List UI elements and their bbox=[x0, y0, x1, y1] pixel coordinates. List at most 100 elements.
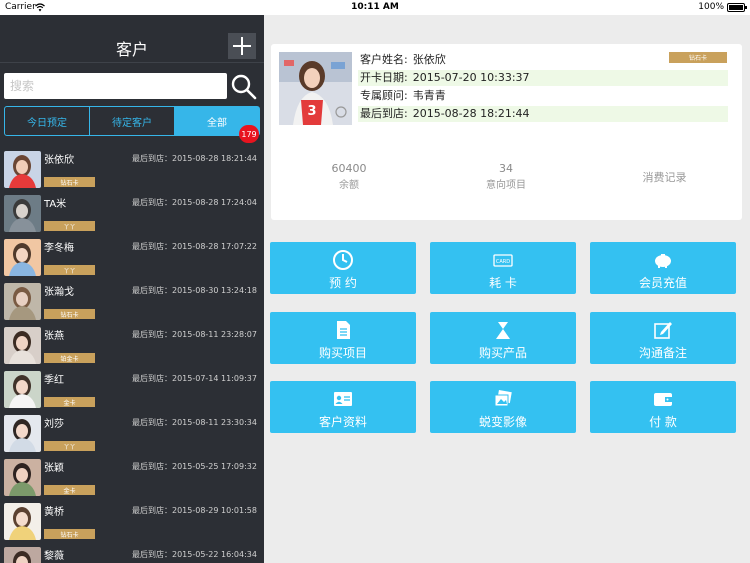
field-value: 张依欣 bbox=[412, 53, 446, 66]
action-label: 购买项目 bbox=[318, 346, 367, 360]
customer-row[interactable]: 张瀚戈钻石卡 最后到店：2015-08-30 13:24:18 bbox=[0, 277, 264, 321]
customer-name: 张燕 bbox=[44, 331, 64, 342]
customer-row[interactable]: 李冬梅丫丫 最后到店：2015-08-28 17:07:22 bbox=[0, 233, 264, 277]
intended-items-stat[interactable]: 34 意向项目 bbox=[446, 162, 566, 191]
membership-badge: 钻石卡 bbox=[44, 309, 95, 319]
wallet-icon bbox=[590, 388, 736, 410]
membership-badge: 金卡 bbox=[44, 485, 95, 495]
battery-icon bbox=[727, 3, 747, 12]
customer-name: 李冬梅 bbox=[44, 243, 74, 254]
battery-percent: 100% bbox=[698, 2, 724, 12]
action-label: 付 款 bbox=[649, 415, 677, 429]
count-badge: 179 bbox=[239, 125, 259, 143]
transformation-photos-button[interactable]: 蜕变影像 bbox=[430, 381, 576, 433]
membership-badge: 丫丫 bbox=[44, 441, 95, 451]
customer-name-row: 客户姓名: 张依欣 bbox=[358, 52, 728, 68]
sidebar-header: 客户 bbox=[0, 15, 264, 63]
membership-badge: 钻石卡 bbox=[44, 177, 95, 187]
customer-detail-card: 3 钻石卡 客户姓名: 张依欣 开卡日期: 2015-07-20 10:33:37 专属… bbox=[271, 44, 742, 220]
edit-icon bbox=[590, 319, 736, 341]
payment-button[interactable]: 付 款 bbox=[590, 381, 736, 433]
last-visit-time: 最后到店：2015-08-28 18:21:44 bbox=[132, 154, 257, 163]
customer-row[interactable]: 张依欣钻石卡 最后到店：2015-08-28 18:21:44 bbox=[0, 145, 264, 189]
customer-sidebar: 客户 今日预定待定客户全部 179 张依欣钻石卡最后到店：2015-08-28 … bbox=[0, 15, 264, 563]
add-customer-button[interactable] bbox=[228, 33, 256, 59]
action-label: 会员充值 bbox=[638, 276, 687, 290]
last-visit-row: 最后到店: 2015-08-28 18:21:44 bbox=[358, 106, 728, 122]
last-visit-time: 最后到店：2015-07-14 11:09:37 bbox=[132, 374, 257, 383]
buy-treatment-button[interactable]: 购买项目 bbox=[270, 312, 416, 364]
last-visit-time: 最后到店：2015-08-11 23:28:07 bbox=[132, 330, 257, 339]
customer-name: 季红 bbox=[44, 375, 64, 386]
segment-pending-customers[interactable]: 待定客户 bbox=[90, 107, 175, 135]
customer-row[interactable]: 黎薇 最后到店：2015-05-22 16:04:34 bbox=[0, 541, 264, 563]
last-visit-time: 最后到店：2015-08-11 23:30:34 bbox=[132, 418, 257, 427]
avatar bbox=[4, 151, 41, 188]
photos-icon bbox=[430, 388, 576, 410]
clock-icon bbox=[270, 249, 416, 271]
last-visit-time: 最后到店：2015-08-28 17:07:22 bbox=[132, 242, 257, 251]
field-value: 2015-07-20 10:33:37 bbox=[412, 71, 530, 84]
customer-row[interactable]: 黄桥钻石卡 最后到店：2015-08-29 10:01:58 bbox=[0, 497, 264, 541]
action-label: 耗 卡 bbox=[489, 276, 517, 290]
svg-text:CARD: CARD bbox=[496, 259, 510, 265]
avatar bbox=[4, 459, 41, 496]
last-visit-time: 最后到店：2015-08-28 17:24:04 bbox=[132, 198, 257, 207]
customer-row[interactable]: 季红金卡 最后到店：2015-07-14 11:09:37 bbox=[0, 365, 264, 409]
balance-stat[interactable]: 60400 余额 bbox=[289, 162, 409, 191]
avatar bbox=[4, 547, 41, 563]
field-label: 客户姓名: bbox=[360, 53, 408, 66]
customer-name: 黄桥 bbox=[44, 507, 64, 518]
product-icon bbox=[430, 319, 576, 341]
sidebar-title: 客户 bbox=[115, 40, 148, 59]
card-open-date-row: 开卡日期: 2015-07-20 10:33:37 bbox=[358, 70, 728, 86]
search-icon[interactable] bbox=[230, 73, 258, 101]
buy-product-button[interactable]: 购买产品 bbox=[430, 312, 576, 364]
advisor-row: 专属顾问: 韦青青 bbox=[358, 88, 728, 104]
search-input[interactable] bbox=[4, 73, 227, 99]
avatar bbox=[4, 371, 41, 408]
action-label: 蜕变影像 bbox=[478, 415, 527, 429]
avatar bbox=[4, 415, 41, 452]
membership-badge: 丫丫 bbox=[44, 265, 95, 275]
avatar bbox=[4, 239, 41, 276]
customer-name: 张颖 bbox=[44, 463, 64, 474]
segment-today-bookings[interactable]: 今日预定 bbox=[5, 107, 90, 135]
document-icon bbox=[270, 319, 416, 341]
consumption-records-link[interactable]: 消费记录 bbox=[632, 169, 697, 185]
customer-name: 张依欣 bbox=[44, 155, 74, 166]
customer-row[interactable]: TA米丫丫 最后到店：2015-08-28 17:24:04 bbox=[0, 189, 264, 233]
field-label: 最后到店: bbox=[360, 107, 408, 120]
clock-time: 10:11 AM bbox=[351, 2, 399, 12]
booking-button[interactable]: 预 约 bbox=[270, 242, 416, 294]
action-label: 客户资料 bbox=[318, 415, 367, 429]
piggy-bank-icon bbox=[590, 249, 736, 271]
recharge-button[interactable]: 会员充值 bbox=[590, 242, 736, 294]
membership-badge: 丫丫 bbox=[44, 221, 95, 231]
customer-row[interactable]: 刘莎 丫丫 最后到店：2015-08-11 23:30:34 bbox=[0, 409, 264, 453]
last-visit-time: 最后到店：2015-08-30 13:24:18 bbox=[132, 286, 257, 295]
notes-button[interactable]: 沟通备注 bbox=[590, 312, 736, 364]
id-card-icon bbox=[270, 388, 416, 410]
customer-row[interactable]: 张颖 金卡 最后到店：2015-05-25 17:09:32 bbox=[0, 453, 264, 497]
consume-card-button[interactable]: CARD 耗 卡 bbox=[430, 242, 576, 294]
membership-badge: 金卡 bbox=[44, 397, 95, 407]
field-label: 专属顾问: bbox=[360, 89, 408, 102]
field-value: 2015-08-28 18:21:44 bbox=[412, 107, 530, 120]
customer-name: 张瀚戈 bbox=[44, 287, 74, 298]
last-visit-time: 最后到店：2015-05-22 16:04:34 bbox=[132, 550, 257, 559]
customer-name: TA米 bbox=[44, 199, 67, 210]
last-visit-time: 最后到店：2015-08-29 10:01:58 bbox=[132, 506, 257, 515]
action-label: 沟通备注 bbox=[638, 346, 687, 360]
customer-row[interactable]: 张燕铂金卡 最后到店：2015-08-11 23:28:07 bbox=[0, 321, 264, 365]
avatar bbox=[4, 195, 41, 232]
avatar bbox=[4, 327, 41, 364]
customer-name: 黎薇 bbox=[44, 551, 64, 562]
customer-photo: 3 bbox=[279, 52, 352, 125]
membership-badge: 铂金卡 bbox=[44, 353, 95, 363]
avatar bbox=[4, 283, 41, 320]
customer-profile-button[interactable]: 客户资料 bbox=[270, 381, 416, 433]
field-value: 韦青青 bbox=[412, 89, 446, 102]
membership-badge: 钻石卡 bbox=[44, 529, 95, 539]
stat-value: 34 bbox=[499, 162, 513, 175]
